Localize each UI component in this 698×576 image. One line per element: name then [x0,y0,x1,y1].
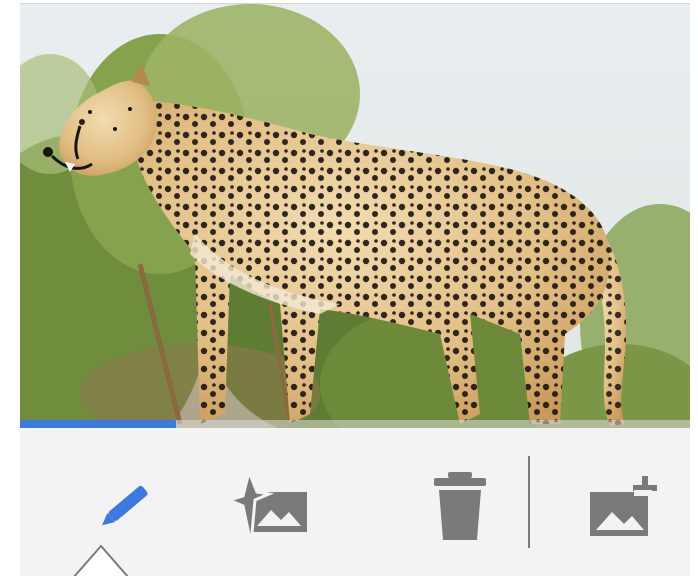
photo-canvas [20,4,690,428]
toolbar-divider [528,456,530,548]
editor-frame [20,3,690,576]
progress-fill [20,420,177,428]
trash-icon [434,472,486,540]
cheetah-photo[interactable] [20,4,690,428]
magic-image-icon [224,467,307,545]
pencil-icon [102,485,148,526]
add-image-icon [590,476,657,536]
enhance-tool-button[interactable] [216,466,316,546]
editor-toolbar [20,428,690,576]
add-image-tool-button[interactable] [576,466,676,546]
delete-tool-button[interactable] [410,466,510,546]
edit-tool-button[interactable] [75,466,175,546]
progress-track[interactable] [20,420,690,428]
selected-tool-caret [73,544,129,576]
